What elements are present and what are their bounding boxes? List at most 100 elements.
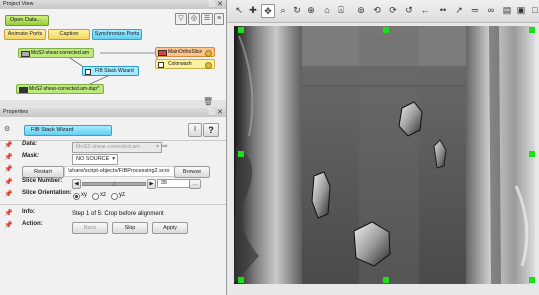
apply-button[interactable]: Apply [152, 222, 188, 234]
crop-handle-bottom-right[interactable] [529, 277, 535, 283]
crop-handle-top-right[interactable] [529, 27, 535, 33]
crop-handle-middle-left[interactable] [238, 151, 244, 157]
node-colorwash[interactable]: Colorwash [155, 59, 215, 69]
orientation-yz-label: yz [119, 192, 125, 198]
crop-handle-bottom-center[interactable] [383, 277, 389, 283]
bookmark-icon[interactable]: ▯ [188, 123, 202, 137]
orientation-xz-label: xz [100, 192, 106, 198]
mask-select-value: NO SOURCE [76, 156, 110, 162]
module-name-badge[interactable]: FIB Stack Wizard [24, 125, 112, 136]
stereo-icon[interactable]: ∞ [485, 4, 497, 16]
pick-icon[interactable]: ✚ [247, 4, 259, 16]
data-select-value: MoS2-shear-corrected.am [76, 144, 140, 150]
node-color-swatch [19, 86, 28, 93]
node-color-swatch [158, 49, 167, 56]
properties-panel: ⚙ FIB Stack Wizard ▯ ? 📌 Data: MoS2-shea… [0, 117, 226, 295]
node-label: MoS2-shear-corrected.am [31, 50, 90, 56]
pin-icon[interactable]: 📌 [4, 190, 13, 198]
panel-float-close-icon[interactable]: ⬜✕ [208, 108, 223, 116]
slider-handle[interactable]: △ [112, 180, 117, 187]
3d-viewer-canvas[interactable] [234, 26, 535, 284]
node-color-swatch [21, 50, 30, 57]
divider [0, 204, 226, 205]
info-text: Step 1 of 5: Crop before alignment [72, 211, 164, 217]
orientation-xy-label: xy [81, 192, 87, 198]
link-icon[interactable]: •• [437, 4, 449, 16]
module-icon: ⚙ [4, 126, 11, 133]
pin-icon[interactable]: 📌 [4, 209, 13, 217]
orientation-yz-radio[interactable] [111, 193, 118, 200]
slice-orientation-label: Slice Orientation: [22, 190, 72, 196]
back-button[interactable]: Back [72, 222, 108, 234]
project-view: Open Data... ▽ ◎ ☰ ≡ Animate Ports Capti… [0, 9, 226, 106]
script-path-field[interactable]: \share/script-objects/FIBProcessing2.scr… [64, 166, 178, 177]
slider-options-button[interactable]: … [189, 179, 201, 189]
node-main-ortho-slice[interactable]: MainOrthoSlice [155, 47, 216, 57]
slider-increment-icon[interactable]: ▶ [147, 179, 156, 189]
node-color-swatch [158, 61, 164, 68]
node-fib-stack-wizard[interactable]: FIB Stack Wizard [82, 66, 139, 76]
orientation-xy-radio[interactable] [73, 193, 80, 200]
project-view-title: Project View [3, 1, 34, 7]
restart-button[interactable]: Restart [22, 166, 64, 178]
node-color-swatch [85, 68, 91, 75]
orientation-xz-radio[interactable] [92, 193, 99, 200]
viewer-panel: ↖ ✚ ✥ ⌕ ↻ ⊕ ⌂ ⍓ ⊚ ⟲ ⟳ ↺ ← •• ↗ ═ ∞ ▤ ▣ □ [227, 0, 539, 295]
pointer-icon[interactable]: ↖ [233, 4, 245, 16]
crop-handle-top-center[interactable] [383, 27, 389, 33]
action-label: Action: [22, 221, 43, 227]
zoom-icon[interactable]: ⌕ [277, 4, 289, 16]
help-button[interactable]: ? [203, 123, 219, 137]
layout-icon[interactable]: ▤ [501, 4, 513, 16]
translate-icon[interactable]: ✥ [261, 4, 275, 18]
slice-number-input[interactable]: 35 [157, 179, 191, 188]
panel-float-close-icon[interactable]: ⬜✕ [208, 0, 223, 8]
data-label: Data: [22, 141, 38, 147]
connect-arrow-icon[interactable]: ⇨ [162, 142, 168, 150]
skip-button[interactable]: Skip [112, 222, 148, 234]
pin-icon[interactable]: 📌 [4, 153, 13, 161]
properties-title: Properties [3, 109, 29, 115]
node-data-source[interactable]: MoS2-shear-corrected.am [18, 48, 95, 58]
fib-slice-image [234, 26, 535, 284]
home-icon[interactable]: ⌂ [321, 4, 333, 16]
view-y-icon[interactable]: ⟳ [387, 4, 399, 16]
more-icon[interactable]: □ [529, 4, 539, 16]
crop-handle-middle-right[interactable] [529, 151, 535, 157]
set-home-icon[interactable]: ⍓ [335, 4, 347, 16]
browse-button[interactable]: Browse [174, 166, 210, 178]
left-panel: Project View ⬜✕ Open Data... ▽ ◎ ☰ ≡ Ani… [0, 0, 227, 295]
node-data-duplicate[interactable]: MoS2-shear-corrected.am-dup* [16, 84, 105, 94]
node-label: MoS2-shear-corrected.am-dup* [29, 86, 100, 92]
node-label: FIB Stack Wizard [95, 68, 134, 74]
snapshot-icon[interactable]: ▣ [515, 4, 527, 16]
crop-handle-bottom-left[interactable] [238, 277, 244, 283]
pin-icon[interactable]: 📌 [4, 165, 13, 173]
node-status-icon [205, 49, 213, 57]
node-label: MainOrthoSlice [168, 49, 203, 55]
rotate-icon[interactable]: ↻ [291, 4, 303, 16]
mask-label: Mask: [22, 153, 40, 159]
trash-icon[interactable]: 🗑 [203, 97, 213, 106]
view-z-icon[interactable]: ↺ [403, 4, 415, 16]
measure-icon[interactable]: ↗ [453, 4, 465, 16]
pin-icon[interactable]: 📌 [4, 178, 13, 186]
chevron-down-icon: ▾ [156, 144, 159, 150]
view-all-icon[interactable]: ⊚ [355, 4, 367, 16]
info-label: Info: [22, 209, 35, 215]
crop-handle-top-left[interactable] [238, 27, 244, 33]
data-select[interactable]: MoS2-shear-corrected.am ▾ [72, 142, 162, 153]
seek-icon[interactable]: ⊕ [305, 4, 317, 16]
node-label: Colorwash [168, 61, 192, 67]
view-x-icon[interactable]: ⟲ [371, 4, 383, 16]
pin-icon[interactable]: 📌 [4, 221, 13, 229]
pin-icon[interactable]: 📌 [4, 141, 13, 149]
node-status-icon [204, 61, 212, 69]
slider-decrement-icon[interactable]: ◀ [72, 179, 81, 189]
perspective-icon[interactable]: ═ [469, 4, 481, 16]
chevron-down-icon: ▾ [112, 156, 115, 162]
back-view-icon[interactable]: ← [419, 4, 431, 16]
viewer-toolbar: ↖ ✚ ✥ ⌕ ↻ ⊕ ⌂ ⍓ ⊚ ⟲ ⟳ ↺ ← •• ↗ ═ ∞ ▤ ▣ □ [227, 0, 539, 23]
mask-select[interactable]: NO SOURCE ▾ [72, 154, 118, 165]
slice-number-label: Slice Number: [22, 178, 63, 184]
